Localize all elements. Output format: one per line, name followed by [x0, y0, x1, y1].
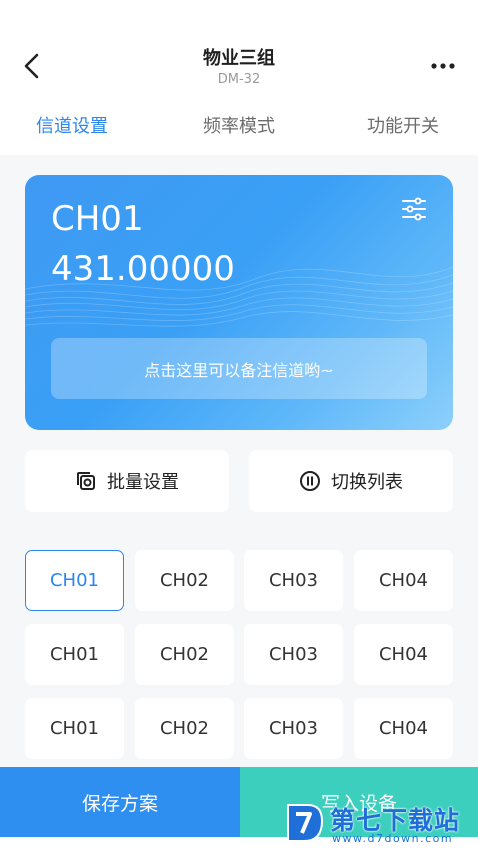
bottom-safe-area [0, 837, 478, 850]
channel-note-button[interactable]: 点击这里可以备注信道哟~ [51, 338, 427, 399]
switch-list-button[interactable]: 切换列表 [249, 450, 453, 512]
bottom-action-bar: 保存方案 写入设备 [0, 767, 478, 837]
tab-frequency-mode[interactable]: 频率模式 [203, 112, 275, 142]
channel-cell[interactable]: CH01 [25, 698, 124, 759]
more-button[interactable] [424, 50, 462, 82]
channel-cell[interactable]: CH02 [135, 698, 234, 759]
batch-settings-button[interactable]: 批量设置 [25, 450, 229, 512]
channel-settings-button[interactable] [401, 197, 433, 225]
save-scheme-button[interactable]: 保存方案 [0, 767, 240, 837]
write-device-button[interactable]: 写入设备 [240, 767, 478, 837]
more-horizontal-icon [431, 63, 455, 69]
switch-list-label: 切换列表 [331, 472, 403, 493]
top-bar: 物业三组 DM-32 信道设置 频率模式 功能开关 [0, 0, 478, 155]
sliders-icon [402, 197, 426, 221]
copy-icon [77, 472, 95, 490]
current-frequency: 431.00000 [51, 249, 235, 289]
channel-card: CH01 431.00000 点击这里可以备注信道哟~ [25, 175, 453, 430]
channel-cell[interactable]: CH04 [354, 624, 453, 685]
page-title: 物业三组 [203, 48, 275, 69]
tab-channel-settings[interactable]: 信道设置 [36, 112, 108, 142]
switch-circle-icon [300, 471, 320, 491]
channel-cell[interactable]: CH01 [25, 624, 124, 685]
channel-cell[interactable]: CH03 [244, 550, 343, 611]
device-model: DM-32 [217, 72, 261, 87]
tab-function-switch[interactable]: 功能开关 [367, 112, 439, 142]
channel-cell[interactable]: CH04 [354, 698, 453, 759]
channel-cell[interactable]: CH03 [244, 698, 343, 759]
channel-cell[interactable]: CH03 [244, 624, 343, 685]
channel-cell[interactable]: CH02 [135, 550, 234, 611]
channel-cell[interactable]: CH01 [25, 550, 124, 611]
channel-cell[interactable]: CH04 [354, 550, 453, 611]
batch-settings-label: 批量设置 [107, 472, 179, 493]
current-channel: CH01 [51, 199, 144, 239]
channel-cell[interactable]: CH02 [135, 624, 234, 685]
